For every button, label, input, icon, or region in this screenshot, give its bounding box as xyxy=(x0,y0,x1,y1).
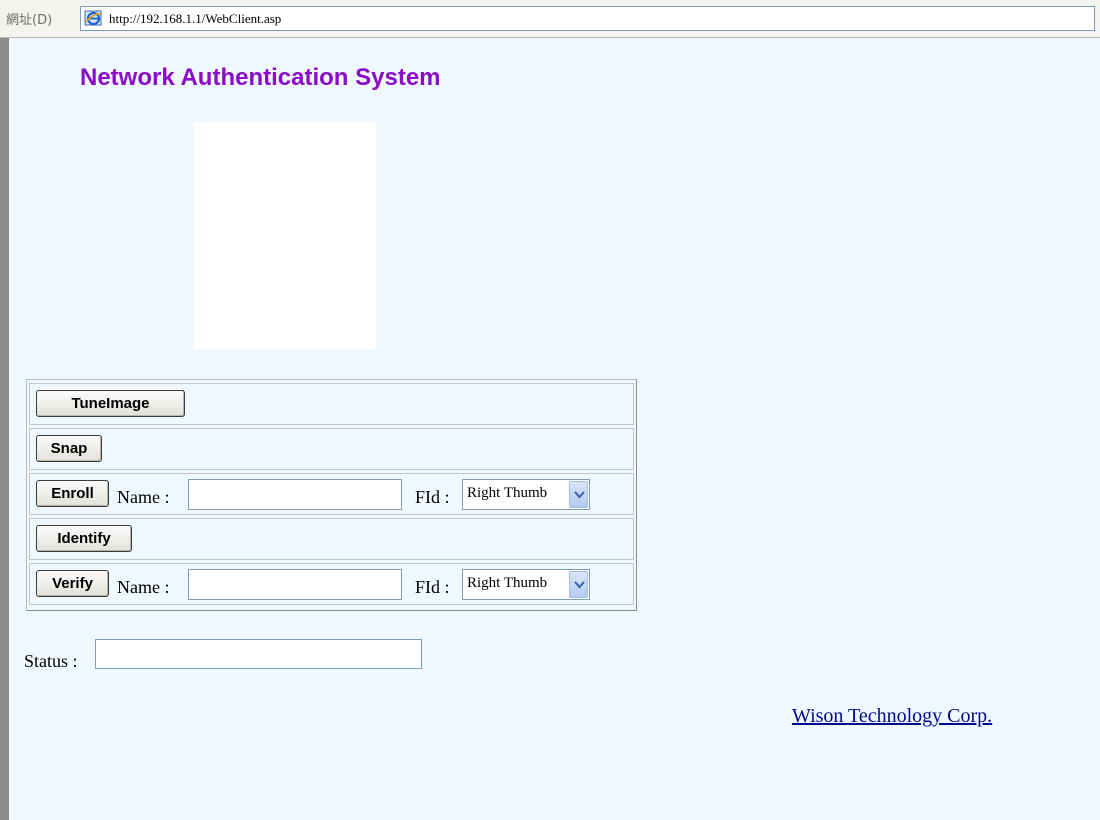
fingerprint-image xyxy=(194,122,376,349)
verify-name-input[interactable] xyxy=(188,569,402,600)
address-label: 網址(D) xyxy=(6,13,53,28)
verify-name-label: Name : xyxy=(117,577,170,597)
enroll-name-label: Name : xyxy=(117,487,170,507)
status-label: Status : xyxy=(24,651,78,671)
control-table: TuneImage Snap Enroll Name : FId : Right… xyxy=(26,379,637,611)
enroll-name-input[interactable] xyxy=(188,479,402,510)
status-field[interactable] xyxy=(95,639,422,669)
verify-fid-value: Right Thumb xyxy=(467,575,548,591)
enroll-fid-value: Right Thumb xyxy=(467,485,548,501)
table-row: Verify Name : FId : Right Thumb xyxy=(29,563,634,605)
address-url: http://192.168.1.1/WebClient.asp xyxy=(109,11,282,26)
verify-fid-select[interactable]: Right Thumb xyxy=(462,569,590,600)
table-row: Snap xyxy=(29,428,634,470)
table-row: TuneImage xyxy=(29,383,634,425)
verify-fid-label: FId : xyxy=(415,577,450,597)
snap-button[interactable]: Snap xyxy=(36,435,102,462)
verify-button[interactable]: Verify xyxy=(36,570,109,597)
enroll-fid-label: FId : xyxy=(415,487,450,507)
table-row: Identify xyxy=(29,518,634,560)
tune-image-button[interactable]: TuneImage xyxy=(36,390,185,417)
company-link[interactable]: Wison Technology Corp. xyxy=(792,705,992,728)
enroll-button[interactable]: Enroll xyxy=(36,480,109,507)
identify-button[interactable]: Identify xyxy=(36,525,132,552)
page-title: Network Authentication System xyxy=(80,64,441,91)
chevron-down-icon[interactable] xyxy=(569,571,588,598)
address-field[interactable]: http://192.168.1.1/WebClient.asp xyxy=(80,6,1095,31)
address-bar: 網址(D) http://192.168.1.1/WebClient.asp xyxy=(0,0,1100,38)
page-content: Network Authentication System TuneImage … xyxy=(0,38,1100,820)
chevron-down-icon[interactable] xyxy=(569,481,588,508)
enroll-fid-select[interactable]: Right Thumb xyxy=(462,479,590,510)
ie-icon xyxy=(84,9,103,28)
table-row: Enroll Name : FId : Right Thumb xyxy=(29,473,634,515)
